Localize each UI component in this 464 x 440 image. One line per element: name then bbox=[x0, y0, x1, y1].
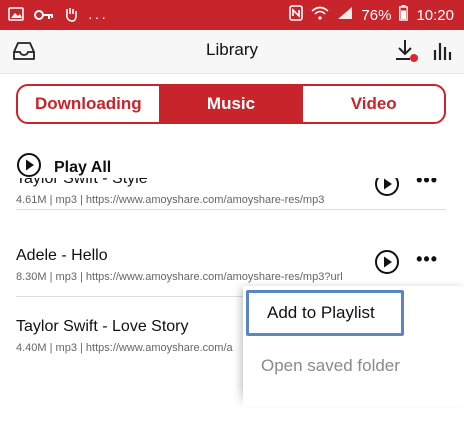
track-row[interactable]: Taylor Swift - Style 4.61M | mp3 | https… bbox=[16, 178, 446, 210]
clock: 10:20 bbox=[416, 6, 454, 24]
equalizer-icon[interactable] bbox=[432, 40, 454, 67]
signal-icon bbox=[337, 6, 353, 24]
more-options-icon[interactable]: ••• bbox=[416, 178, 438, 191]
more-options-icon[interactable]: ••• bbox=[416, 249, 438, 270]
tab-downloading[interactable]: Downloading bbox=[18, 86, 159, 122]
library-tabs: Downloading Music Video bbox=[16, 84, 446, 124]
overflow-dots: ··· bbox=[88, 8, 108, 25]
key-icon bbox=[34, 8, 54, 26]
menu-item-add-to-playlist[interactable]: Add to Playlist bbox=[246, 290, 404, 336]
play-circle-icon[interactable] bbox=[374, 249, 400, 280]
menu-item-open-saved-folder[interactable]: Open saved folder bbox=[243, 346, 464, 386]
battery-icon bbox=[399, 5, 409, 25]
battery-percent: 76% bbox=[361, 6, 392, 24]
hand-icon bbox=[64, 6, 78, 27]
status-bar: ··· 76% 10:20 bbox=[0, 0, 464, 30]
download-icon[interactable] bbox=[394, 38, 420, 69]
app-header: Library bbox=[0, 30, 464, 74]
status-right: 76% 10:20 bbox=[289, 5, 454, 25]
nfc-icon bbox=[289, 5, 304, 25]
play-circle-icon[interactable] bbox=[374, 178, 400, 202]
gallery-icon bbox=[8, 7, 24, 26]
tab-video[interactable]: Video bbox=[301, 86, 444, 122]
bottom-fade bbox=[0, 388, 464, 440]
status-left: ··· bbox=[8, 6, 108, 27]
tab-music[interactable]: Music bbox=[158, 86, 302, 122]
wifi-icon bbox=[311, 6, 329, 24]
play-all-label: Play All bbox=[54, 158, 112, 176]
